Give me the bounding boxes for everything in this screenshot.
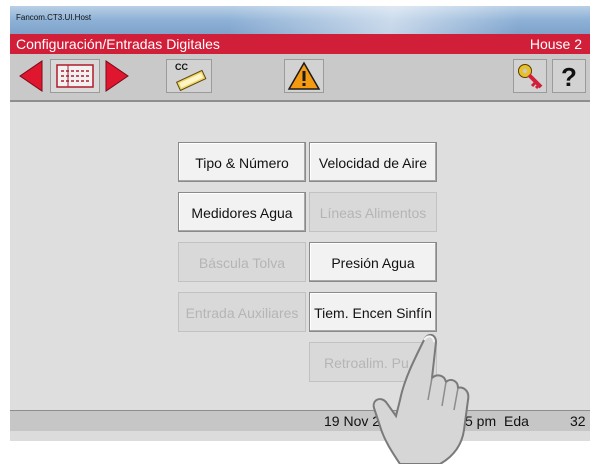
entrada-auxiliares-button: Entrada Auxiliares <box>178 292 306 332</box>
app-window: Fancom.CT3.UI.Host Configuración/Entrada… <box>10 6 590 441</box>
page-title: Configuración/Entradas Digitales <box>16 36 220 52</box>
menu-list-button[interactable] <box>50 59 100 93</box>
window-titlebar: Fancom.CT3.UI.Host <box>10 6 590 34</box>
list-icon <box>56 64 94 88</box>
pointing-hand-icon <box>372 334 470 464</box>
left-arrow-icon <box>19 60 43 92</box>
lineas-alimentos-button: Líneas Alimentos <box>309 192 437 232</box>
previous-arrow-button[interactable] <box>18 59 44 93</box>
key-icon <box>518 64 543 90</box>
window-title: Fancom.CT3.UI.Host <box>16 13 92 22</box>
eda-label: Eda <box>504 413 529 429</box>
next-arrow-button[interactable] <box>104 59 130 93</box>
copy-pencil-icon <box>175 69 207 92</box>
warning-icon <box>287 61 321 90</box>
menu-panel: Tipo & Número Velocidad de Aire Medidore… <box>10 102 590 410</box>
toolbar: CC ? <box>10 54 590 102</box>
alarm-button[interactable] <box>284 59 324 93</box>
bascula-tolva-button: Báscula Tolva <box>178 242 306 282</box>
velocidad-aire-button[interactable]: Velocidad de Aire <box>309 142 437 182</box>
house-label: House 2 <box>529 36 582 52</box>
status-bar: 19 Nov 20 5 pm Eda 32 <box>10 410 590 431</box>
copy-settings-button[interactable]: CC <box>166 59 212 93</box>
medidores-agua-button[interactable]: Medidores Agua <box>178 192 306 232</box>
access-key-button[interactable] <box>513 59 547 93</box>
svg-text:?: ? <box>561 62 577 92</box>
right-arrow-icon <box>105 60 129 92</box>
presion-agua-button[interactable]: Presión Agua <box>309 242 437 282</box>
help-button[interactable]: ? <box>552 59 586 93</box>
tipo-numero-button[interactable]: Tipo & Número <box>178 142 306 182</box>
help-icon: ? <box>561 62 577 92</box>
cc-label: CC <box>175 62 188 72</box>
titlebar-glass <box>230 6 590 34</box>
eda-value: 32 <box>570 413 586 429</box>
header-bar: Configuración/Entradas Digitales House 2 <box>10 34 590 54</box>
tiem-encen-sinfin-button[interactable]: Tiem. Encen Sinfín <box>309 292 437 332</box>
